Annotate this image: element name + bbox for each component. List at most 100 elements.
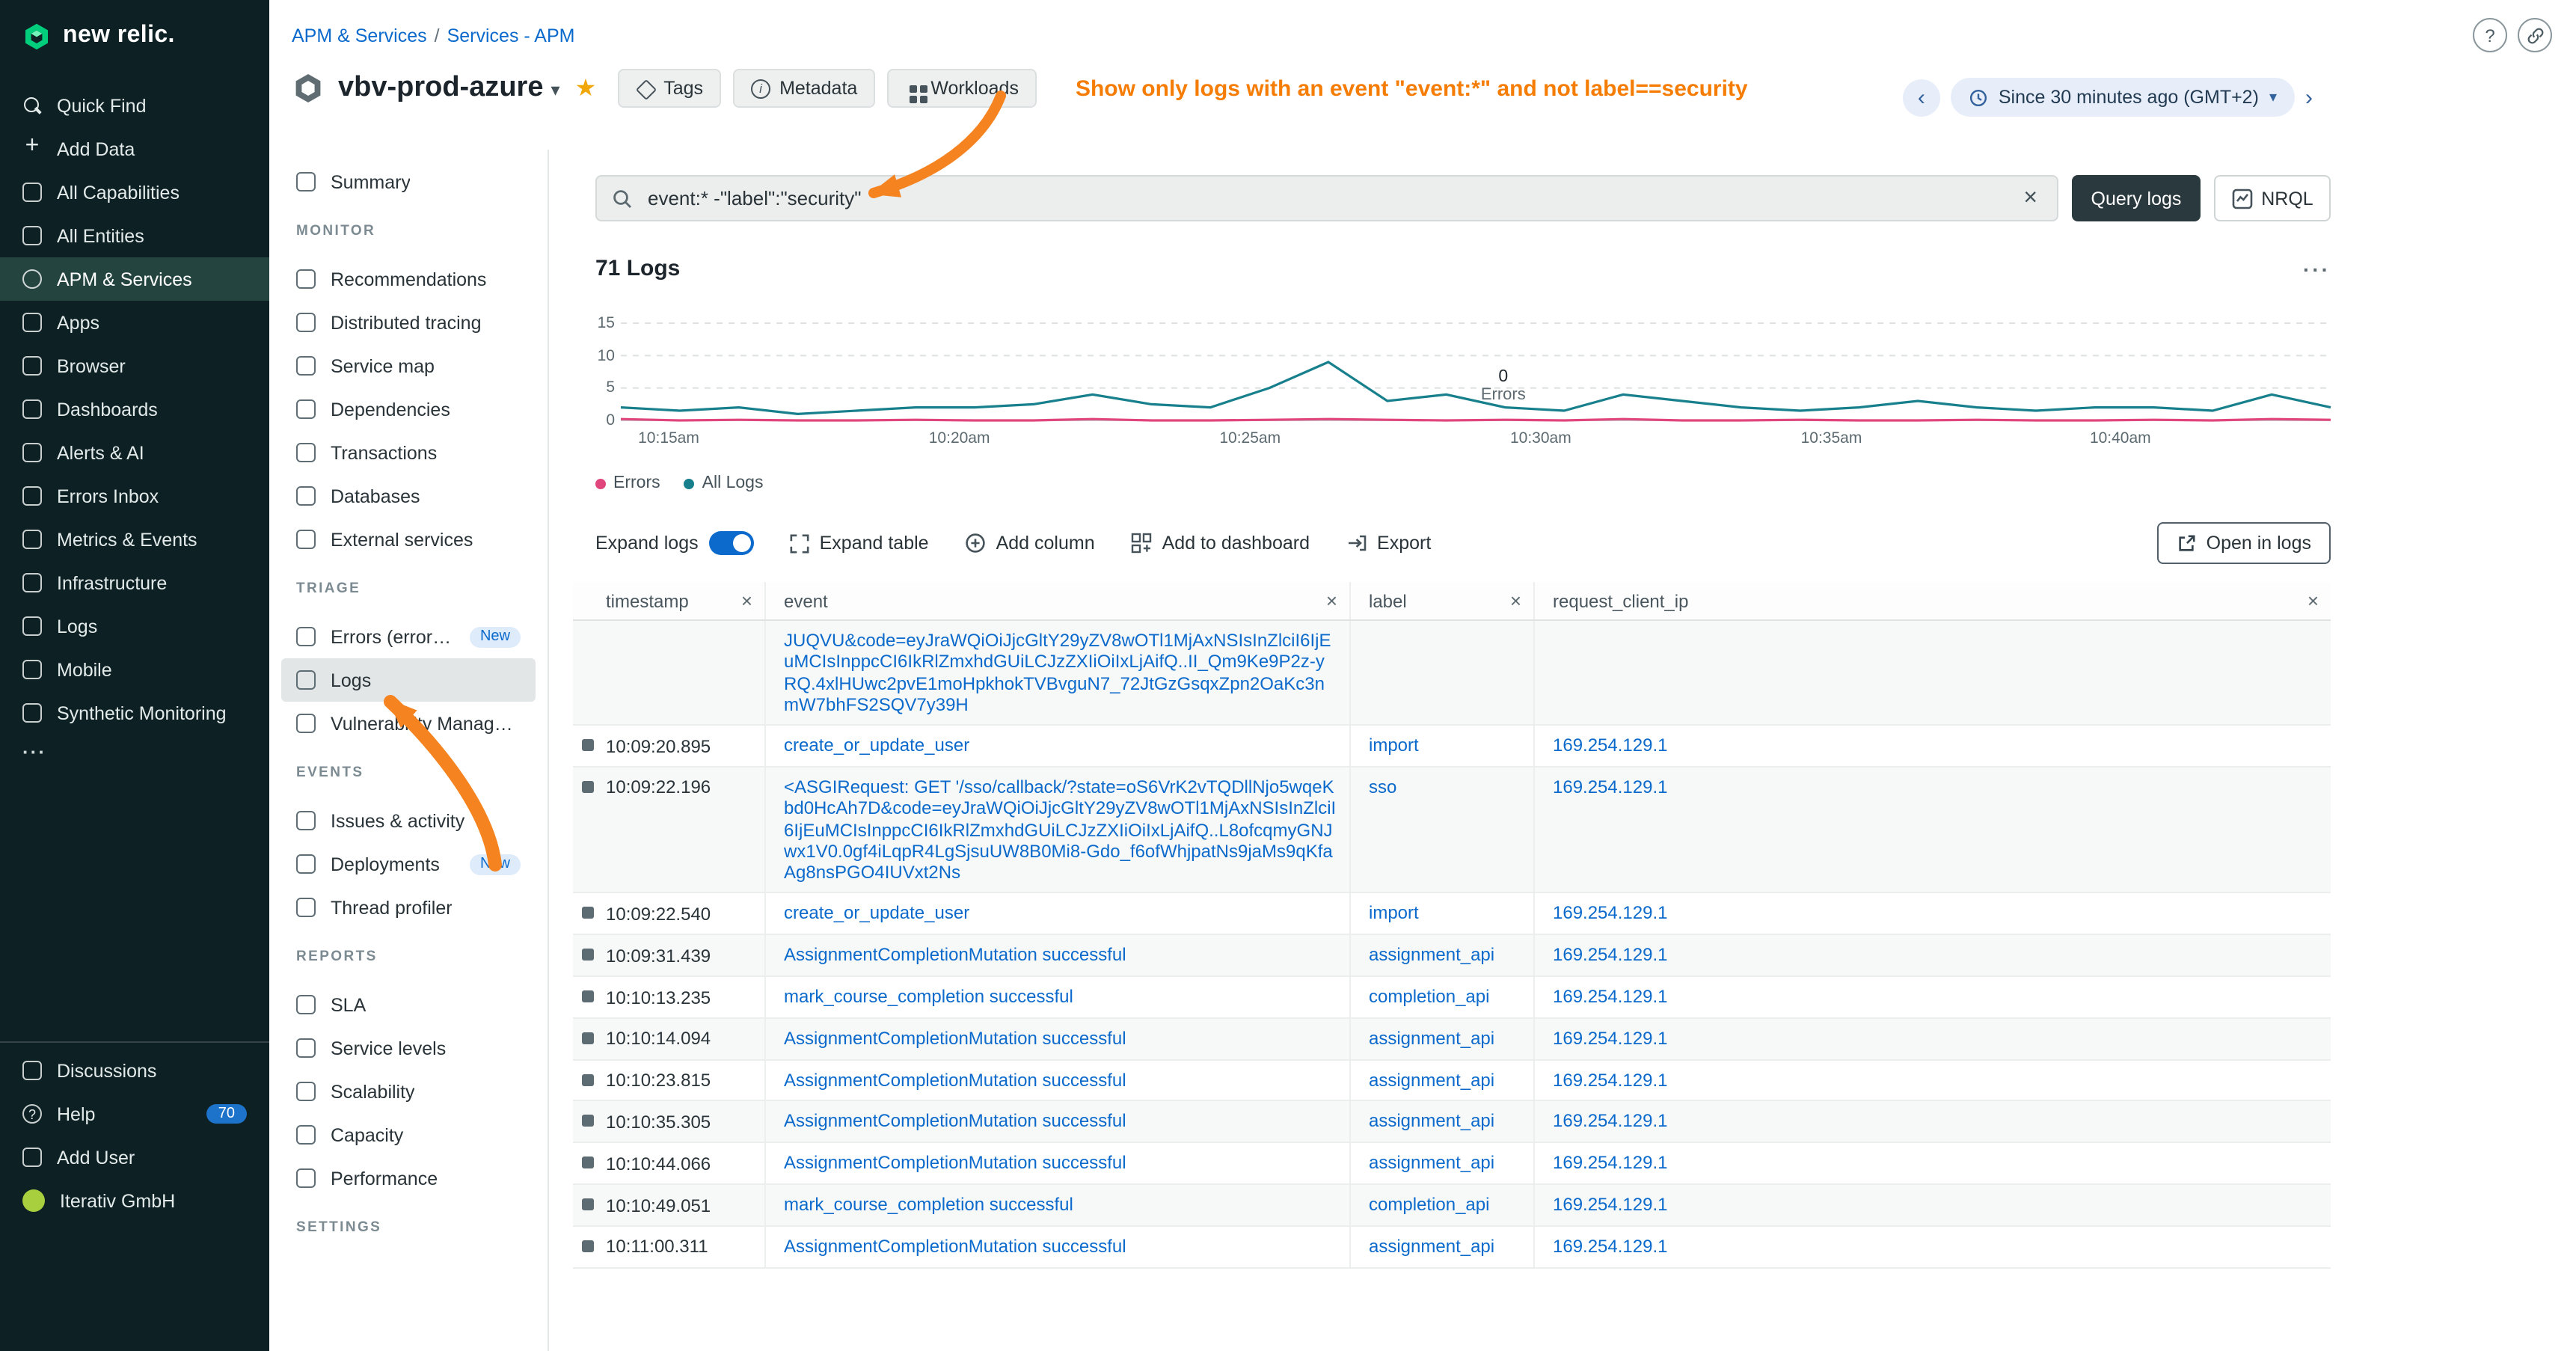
more-options-icon[interactable]: ··· bbox=[2303, 257, 2331, 281]
entity-nav-reports[interactable]: REPORTS bbox=[281, 947, 536, 966]
sidebar-item-add-data[interactable]: Add Data bbox=[0, 127, 269, 171]
favorite-star-icon[interactable]: ★ bbox=[575, 73, 597, 103]
ip-link[interactable]: 169.254.129.1 bbox=[1553, 1028, 1668, 1049]
table-row[interactable]: 10:11:00.311 AssignmentCompletionMutatio… bbox=[573, 1227, 2331, 1269]
entity-nav-events[interactable]: EVENTS bbox=[281, 763, 536, 782]
ip-link[interactable]: 169.254.129.1 bbox=[1553, 1236, 1668, 1257]
entity-nav-scalability[interactable]: Scalability bbox=[281, 1070, 536, 1113]
entity-action-workloads[interactable]: Workloads bbox=[887, 69, 1037, 108]
entity-nav-distributed-tracing[interactable]: Distributed tracing bbox=[281, 301, 536, 344]
help-icon[interactable]: ? bbox=[2473, 18, 2507, 52]
open-in-logs-button[interactable]: Open in logs bbox=[2157, 522, 2331, 564]
row-checkbox[interactable] bbox=[582, 1198, 594, 1210]
entity-nav-thread-profiler[interactable]: Thread profiler bbox=[281, 886, 536, 929]
sidebar-item-alerts-ai[interactable]: Alerts & AI bbox=[0, 431, 269, 474]
entity-nav-vulnerability-management[interactable]: Vulnerability Management bbox=[281, 702, 536, 745]
entity-nav-issues-activity[interactable]: Issues & activity bbox=[281, 799, 536, 842]
event-link[interactable]: mark_course_completion successful bbox=[784, 986, 1073, 1007]
sidebar-item-browser[interactable]: Browser bbox=[0, 344, 269, 387]
label-link[interactable]: assignment_api bbox=[1369, 1111, 1494, 1132]
log-query-input[interactable] bbox=[645, 186, 2007, 211]
row-checkbox[interactable] bbox=[582, 1032, 594, 1044]
event-link[interactable]: AssignmentCompletionMutation successful bbox=[784, 1028, 1126, 1049]
row-checkbox[interactable] bbox=[582, 990, 594, 1002]
label-link[interactable]: assignment_api bbox=[1369, 1069, 1494, 1090]
remove-column-icon[interactable]: × bbox=[1326, 589, 1337, 612]
label-link[interactable]: import bbox=[1369, 903, 1419, 924]
entity-nav-recommendations[interactable]: Recommendations bbox=[281, 257, 536, 301]
row-checkbox[interactable] bbox=[582, 781, 594, 793]
legend-item-errors[interactable]: Errors bbox=[595, 474, 660, 492]
remove-column-icon[interactable]: × bbox=[741, 589, 752, 612]
ip-link[interactable]: 169.254.129.1 bbox=[1553, 776, 1668, 797]
export-button[interactable]: Export bbox=[1346, 533, 1431, 554]
table-row[interactable]: 10:09:20.895 create_or_update_user impor… bbox=[573, 726, 2331, 768]
sidebar-item-apps[interactable]: Apps bbox=[0, 301, 269, 344]
column-header-label[interactable]: label × bbox=[1351, 582, 1535, 619]
sidebar-footer-item-iterativ-gmbh[interactable]: Iterativ GmbH bbox=[0, 1179, 269, 1222]
sidebar-item-infrastructure[interactable]: Infrastructure bbox=[0, 561, 269, 604]
sidebar-item-synthetic-monitoring[interactable]: Synthetic Monitoring bbox=[0, 691, 269, 735]
table-row[interactable]: 10:10:23.815 AssignmentCompletionMutatio… bbox=[573, 1060, 2331, 1102]
event-link[interactable]: <ASGIRequest: GET '/sso/callback/?state=… bbox=[784, 776, 1336, 883]
sidebar-item-mobile[interactable]: Mobile bbox=[0, 648, 269, 691]
event-link[interactable]: AssignmentCompletionMutation successful bbox=[784, 1069, 1126, 1090]
label-link[interactable]: assignment_api bbox=[1369, 1236, 1494, 1257]
add-to-dashboard-button[interactable]: Add to dashboard bbox=[1131, 533, 1310, 554]
breadcrumb-link-services-apm[interactable]: Services - APM bbox=[447, 25, 575, 46]
sidebar-item-all-entities[interactable]: All Entities bbox=[0, 214, 269, 257]
label-link[interactable]: assignment_api bbox=[1369, 945, 1494, 966]
column-header-timestamp[interactable]: timestamp × bbox=[573, 582, 766, 619]
entity-nav-service-map[interactable]: Service map bbox=[281, 344, 536, 387]
expand-table-button[interactable]: Expand table bbox=[790, 533, 929, 554]
sidebar-item-metrics-events[interactable]: Metrics & Events bbox=[0, 518, 269, 561]
table-row[interactable]: 10:10:49.051 mark_course_completion succ… bbox=[573, 1185, 2331, 1227]
entity-nav-databases[interactable]: Databases bbox=[281, 474, 536, 518]
chevron-left-icon[interactable]: ‹ bbox=[1903, 79, 1940, 116]
table-row[interactable]: 10:09:22.196 <ASGIRequest: GET '/sso/cal… bbox=[573, 768, 2331, 894]
event-link[interactable]: mark_course_completion successful bbox=[784, 1194, 1073, 1215]
event-link[interactable]: JUQVU&code=eyJraWQiOiJjcGltY29yZV8wOTl1M… bbox=[784, 630, 1331, 715]
table-row[interactable]: 10:10:14.094 AssignmentCompletionMutatio… bbox=[573, 1019, 2331, 1061]
clear-query-icon[interactable]: × bbox=[2019, 185, 2042, 212]
event-link[interactable]: AssignmentCompletionMutation successful bbox=[784, 945, 1126, 966]
sidebar-footer-item-add-user[interactable]: Add User bbox=[0, 1136, 269, 1179]
ip-link[interactable]: 169.254.129.1 bbox=[1553, 986, 1668, 1007]
entity-nav-dependencies[interactable]: Dependencies bbox=[281, 387, 536, 431]
row-checkbox[interactable] bbox=[582, 1073, 594, 1085]
entity-nav-settings[interactable]: SETTINGS bbox=[281, 1218, 536, 1237]
remove-column-icon[interactable]: × bbox=[1510, 589, 1521, 612]
row-checkbox[interactable] bbox=[582, 1115, 594, 1127]
ip-link[interactable]: 169.254.129.1 bbox=[1553, 1153, 1668, 1174]
ip-link[interactable]: 169.254.129.1 bbox=[1553, 1069, 1668, 1090]
ip-link[interactable]: 169.254.129.1 bbox=[1553, 1194, 1668, 1215]
row-checkbox[interactable] bbox=[582, 949, 594, 961]
table-row[interactable]: 10:10:35.305 AssignmentCompletionMutatio… bbox=[573, 1102, 2331, 1144]
sidebar-item-apm-services[interactable]: APM & Services bbox=[0, 257, 269, 301]
sidebar-item-dashboards[interactable]: Dashboards bbox=[0, 387, 269, 431]
label-link[interactable]: sso bbox=[1369, 776, 1396, 797]
entity-nav-summary[interactable]: Summary bbox=[281, 160, 536, 203]
sidebar-footer-item-help[interactable]: Help 70 bbox=[0, 1092, 269, 1136]
entity-nav-deployments[interactable]: Deployments New bbox=[281, 842, 536, 886]
column-header-request-client-ip[interactable]: request_client_ip × bbox=[1535, 582, 2331, 619]
table-row[interactable]: JUQVU&code=eyJraWQiOiJjcGltY29yZV8wOTl1M… bbox=[573, 621, 2331, 726]
ip-link[interactable]: 169.254.129.1 bbox=[1553, 1111, 1668, 1132]
row-checkbox[interactable] bbox=[582, 1240, 594, 1252]
legend-item-all-logs[interactable]: All Logs bbox=[684, 474, 764, 492]
sidebar-footer-item-discussions[interactable]: Discussions bbox=[0, 1049, 269, 1092]
new-relic-logo[interactable]: new relic. bbox=[0, 0, 269, 72]
entity-action-tags[interactable]: Tags bbox=[617, 69, 721, 108]
chevron-down-icon[interactable]: ▾ bbox=[551, 79, 560, 100]
event-link[interactable]: AssignmentCompletionMutation successful bbox=[784, 1111, 1126, 1132]
ip-link[interactable]: 169.254.129.1 bbox=[1553, 945, 1668, 966]
entity-nav-capacity[interactable]: Capacity bbox=[281, 1113, 536, 1157]
query-logs-button[interactable]: Query logs bbox=[2072, 175, 2201, 221]
sidebar-item[interactable] bbox=[0, 735, 269, 778]
entity-nav-sla[interactable]: SLA bbox=[281, 983, 536, 1026]
table-row[interactable]: 10:09:31.439 AssignmentCompletionMutatio… bbox=[573, 936, 2331, 978]
table-row[interactable]: 10:10:13.235 mark_course_completion succ… bbox=[573, 977, 2331, 1019]
column-header-event[interactable]: event × bbox=[766, 582, 1351, 619]
event-link[interactable]: create_or_update_user bbox=[784, 903, 969, 924]
entity-nav-performance[interactable]: Performance bbox=[281, 1157, 536, 1200]
